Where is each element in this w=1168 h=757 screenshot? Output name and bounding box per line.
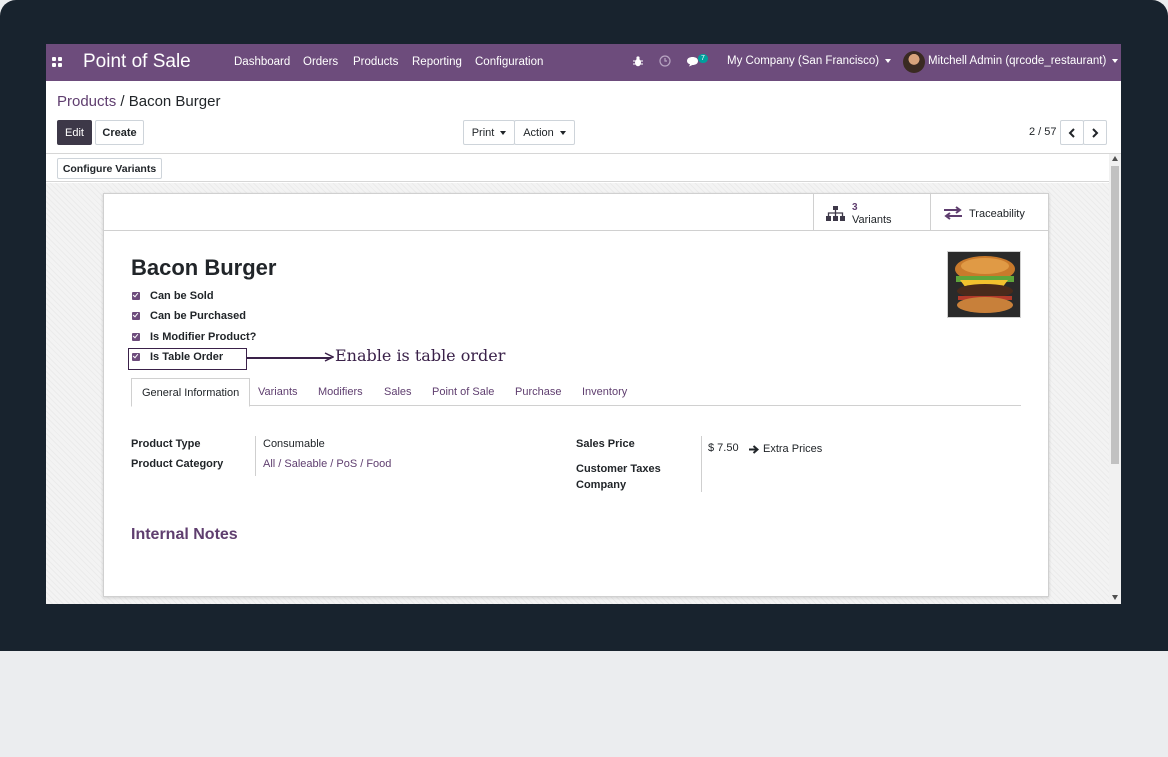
vertical-scrollbar[interactable] [1109, 154, 1121, 604]
form-statusbar: Configure Variants [46, 154, 1109, 182]
menu-products[interactable]: Products [353, 56, 398, 68]
pager-value[interactable]: 2 / 57 [1029, 126, 1057, 138]
extra-prices-label: Extra Prices [763, 443, 823, 455]
checkbox-label: Can be Sold [150, 290, 214, 302]
tab-point-of-sale[interactable]: Point of Sale [432, 378, 494, 406]
print-label: Print [471, 126, 495, 139]
smart-button-box: 3 Variants Traceability [104, 194, 1048, 231]
edit-button[interactable]: Edit [57, 120, 92, 145]
burger-picture-icon [948, 252, 1020, 317]
company-switcher[interactable]: My Company (San Francisco) [727, 55, 892, 67]
breadcrumb-current: Bacon Burger [128, 93, 221, 110]
customer-taxes-label: Customer Taxes [576, 463, 661, 475]
can-be-sold-checkbox-row[interactable]: Can be Sold [132, 289, 214, 303]
chevron-right-icon [1092, 127, 1099, 138]
sitemap-icon [826, 206, 845, 221]
checkbox-label: Can be Purchased [150, 310, 246, 322]
variants-count: 3 [852, 202, 858, 213]
product-image[interactable] [947, 251, 1021, 318]
field-separator [255, 436, 256, 476]
tab-variants[interactable]: Variants [258, 378, 298, 406]
is-modifier-product-checkbox-row[interactable]: Is Modifier Product? [132, 330, 256, 344]
company-label: Company [576, 479, 627, 491]
sales-price-value[interactable]: $ 7.50 [708, 442, 739, 454]
checkbox-checked[interactable] [132, 292, 140, 300]
avatar[interactable] [903, 51, 925, 73]
app-screen: Point of Sale Dashboard Orders Products … [46, 44, 1121, 604]
company-name: My Company (San Francisco) [727, 55, 880, 67]
field-separator [701, 436, 702, 492]
breadcrumb-separator: / [116, 93, 129, 110]
traceability-label: Traceability [969, 208, 1025, 220]
pager-previous-button[interactable] [1060, 120, 1084, 145]
annotation-arrow-line [247, 357, 331, 359]
checkbox-checked[interactable] [132, 312, 140, 320]
variants-smart-button[interactable]: 3 Variants [813, 194, 931, 231]
chevron-left-icon [1068, 127, 1075, 138]
caret-down-icon [559, 130, 566, 135]
bug-icon[interactable] [633, 56, 643, 67]
action-button[interactable]: Action [514, 120, 575, 145]
form-tabs: General Information Variants Modifiers S… [131, 378, 1021, 407]
menu-dashboard[interactable]: Dashboard [234, 56, 290, 68]
pager-next-button[interactable] [1083, 120, 1107, 145]
user-menu[interactable]: Mitchell Admin (qrcode_restaurant) [928, 55, 1119, 67]
tab-purchase[interactable]: Purchase [515, 378, 561, 406]
can-be-purchased-checkbox-row[interactable]: Can be Purchased [132, 309, 246, 323]
checkbox-checked[interactable] [132, 333, 140, 341]
tab-general-information[interactable]: General Information [131, 378, 251, 407]
monitor-stand [0, 651, 1168, 757]
tab-modifiers[interactable]: Modifiers [318, 378, 363, 406]
caret-down-icon [885, 58, 892, 63]
user-name: Mitchell Admin (qrcode_restaurant) [928, 55, 1107, 67]
breadcrumb-products[interactable]: Products [57, 93, 116, 110]
menu-configuration[interactable]: Configuration [475, 56, 543, 68]
sales-price-label: Sales Price [576, 438, 635, 450]
print-button[interactable]: Print [463, 120, 515, 145]
traceability-smart-button[interactable]: Traceability [930, 194, 1048, 231]
annotation-highlight-box [128, 348, 247, 370]
action-label: Action [523, 126, 554, 139]
top-navbar: Point of Sale Dashboard Orders Products … [46, 44, 1121, 81]
scroll-up-arrow-icon[interactable] [1112, 156, 1118, 161]
scroll-thumb[interactable] [1111, 166, 1119, 464]
caret-down-icon [500, 130, 507, 135]
apps-grid-icon[interactable] [52, 57, 63, 67]
annotation-text: Enable is table order [335, 346, 506, 365]
product-category-label: Product Category [131, 458, 224, 470]
breadcrumb: Products / Bacon Burger [57, 93, 220, 110]
internal-notes-title: Internal Notes [131, 526, 238, 543]
form-sheet: 3 Variants Traceability Bacon Burger Can… [103, 193, 1049, 597]
messages-badge: 7 [698, 54, 708, 63]
app-title[interactable]: Point of Sale [83, 51, 191, 73]
arrow-right-icon [324, 352, 334, 362]
scroll-down-arrow-icon[interactable] [1112, 595, 1118, 600]
clock-icon[interactable] [659, 55, 671, 67]
product-type-value[interactable]: Consumable [263, 438, 325, 450]
menu-orders[interactable]: Orders [303, 56, 338, 68]
product-category-value[interactable]: All / Saleable / PoS / Food [263, 458, 391, 470]
product-type-label: Product Type [131, 438, 201, 450]
caret-down-icon [1112, 58, 1119, 63]
menu-reporting[interactable]: Reporting [412, 56, 462, 68]
exchange-arrows-icon [944, 206, 962, 220]
arrow-right-icon [749, 444, 760, 454]
create-button[interactable]: Create [95, 120, 144, 145]
configure-variants-button[interactable]: Configure Variants [57, 158, 162, 179]
tab-sales[interactable]: Sales [384, 378, 412, 406]
checkbox-label: Is Modifier Product? [150, 331, 257, 343]
product-name[interactable]: Bacon Burger [131, 255, 276, 281]
variants-label: Variants [852, 214, 892, 226]
tab-inventory[interactable]: Inventory [582, 378, 627, 406]
extra-prices-link[interactable]: Extra Prices [749, 443, 822, 455]
